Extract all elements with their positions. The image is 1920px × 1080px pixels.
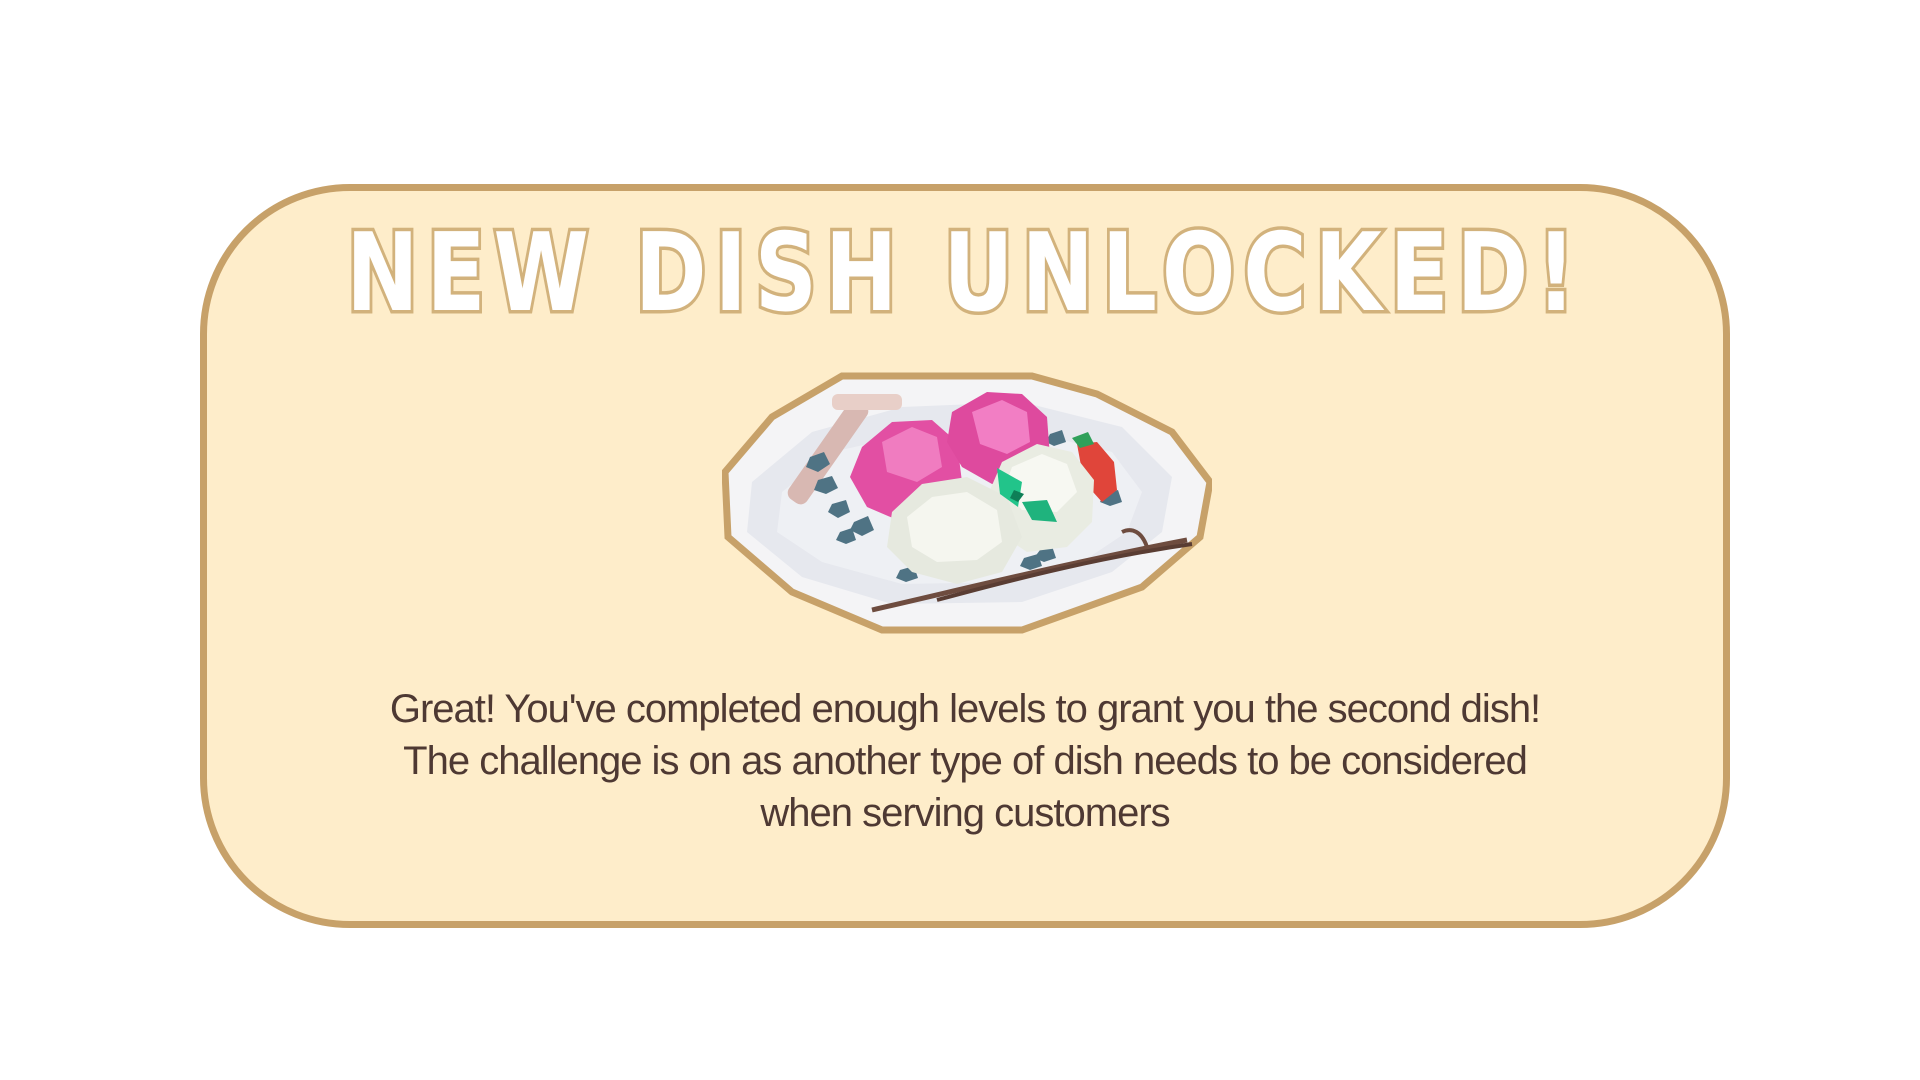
message-line: The challenge is on as another type of d…: [403, 739, 1528, 783]
message-line: when serving customers: [760, 791, 1170, 835]
popup-message: Great! You've completed enough levels to…: [300, 683, 1630, 839]
ice-cream-plate-icon: [722, 372, 1212, 634]
message-line: Great! You've completed enough levels to…: [389, 687, 1541, 731]
popup-title: NEW DISH UNLOCKED!: [343, 211, 1584, 336]
